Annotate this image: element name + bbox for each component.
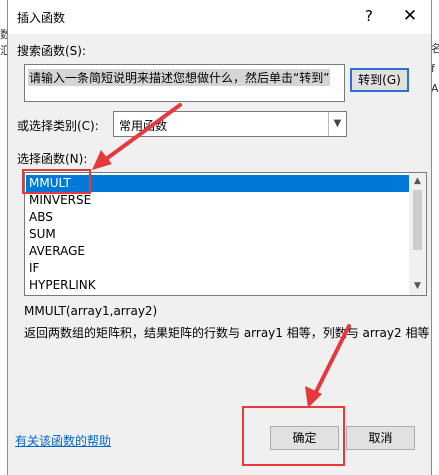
arrow-to-ok-button: [305, 324, 351, 408]
arrow-to-function-list: [92, 103, 182, 170]
annotation-arrows: [92, 103, 351, 408]
